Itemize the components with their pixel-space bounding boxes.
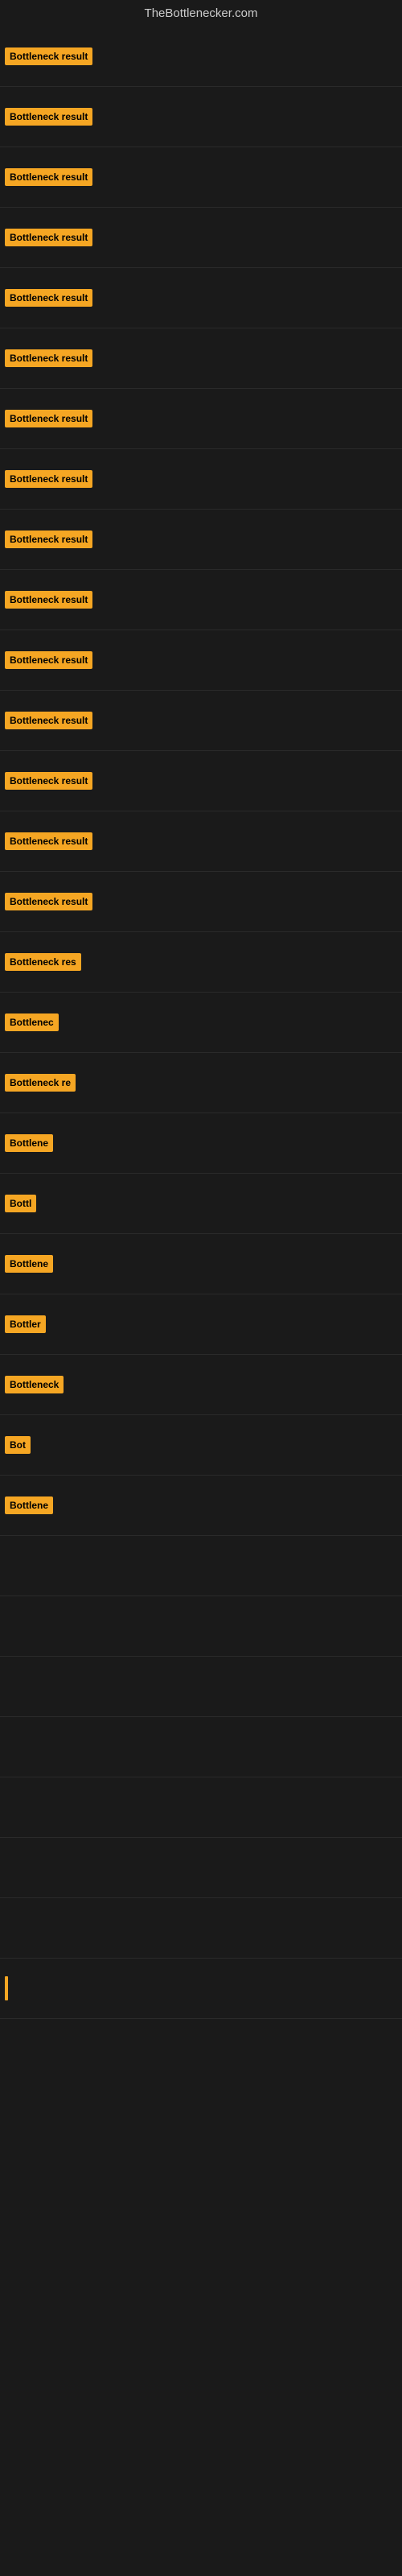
table-row: Bottlenec <box>0 993 402 1053</box>
table-row: Bottlene <box>0 1234 402 1294</box>
bottleneck-badge: Bottleneck result <box>5 229 92 246</box>
table-row <box>0 1536 402 1596</box>
bottleneck-badge: Bottlene <box>5 1134 53 1152</box>
table-row <box>0 1657 402 1717</box>
bottleneck-badge: Bottleneck result <box>5 168 92 186</box>
table-row: Bottleneck result <box>0 268 402 328</box>
table-row: Bottleneck result <box>0 751 402 811</box>
table-row: Bottleneck result <box>0 872 402 932</box>
bottleneck-badge: Bottleneck result <box>5 893 92 910</box>
table-row: Bottleneck res <box>0 932 402 993</box>
table-row: Bottleneck result <box>0 691 402 751</box>
table-row <box>0 1838 402 1898</box>
bottleneck-badge: Bottleneck result <box>5 410 92 427</box>
table-row: Bottleneck result <box>0 208 402 268</box>
bottleneck-badge: Bottleneck re <box>5 1074 76 1092</box>
bottleneck-badge: Bottleneck result <box>5 349 92 367</box>
bottleneck-badge: Bottleneck result <box>5 772 92 790</box>
bottleneck-badge: Bottleneck res <box>5 953 81 971</box>
bottleneck-badge: Bottlenec <box>5 1013 59 1031</box>
site-header: TheBottlenecker.com <box>0 0 402 27</box>
bottleneck-badge: Bottleneck result <box>5 712 92 729</box>
table-row: Bottleneck re <box>0 1053 402 1113</box>
table-row: Bottleneck result <box>0 630 402 691</box>
bottleneck-badge: Bottl <box>5 1195 36 1212</box>
table-row: Bottleneck result <box>0 570 402 630</box>
bottleneck-badge: Bottleneck result <box>5 108 92 126</box>
bottleneck-badge: Bottleneck result <box>5 47 92 65</box>
bar-indicator <box>5 1976 8 2000</box>
table-row: Bottlene <box>0 1113 402 1174</box>
bottom-spacer <box>0 2019 402 2341</box>
bottleneck-badge: Bottleneck result <box>5 530 92 548</box>
table-row <box>0 1596 402 1657</box>
table-row: Bottleneck result <box>0 449 402 510</box>
site-title: TheBottlenecker.com <box>145 6 258 20</box>
table-row: Bottleneck <box>0 1355 402 1415</box>
table-row <box>0 1959 402 2019</box>
table-row: Bot <box>0 1415 402 1476</box>
bottleneck-badge: Bottleneck result <box>5 470 92 488</box>
bottleneck-badge: Bottlene <box>5 1255 53 1273</box>
table-row: Bottleneck result <box>0 510 402 570</box>
table-row: Bottleneck result <box>0 811 402 872</box>
bottleneck-badge: Bottleneck result <box>5 832 92 850</box>
table-row: Bottlene <box>0 1476 402 1536</box>
table-row <box>0 1717 402 1777</box>
table-row <box>0 1898 402 1959</box>
table-row <box>0 1777 402 1838</box>
bottleneck-badge: Bottleneck result <box>5 651 92 669</box>
bottleneck-badge: Bottleneck <box>5 1376 64 1393</box>
bottleneck-badge: Bottleneck result <box>5 591 92 609</box>
table-row: Bottleneck result <box>0 87 402 147</box>
table-row: Bottleneck result <box>0 328 402 389</box>
table-row: Bottl <box>0 1174 402 1234</box>
table-row: Bottler <box>0 1294 402 1355</box>
table-row: Bottleneck result <box>0 27 402 87</box>
bottleneck-badge: Bottler <box>5 1315 46 1333</box>
bottleneck-badge: Bottleneck result <box>5 289 92 307</box>
table-row: Bottleneck result <box>0 147 402 208</box>
table-row: Bottleneck result <box>0 389 402 449</box>
bottleneck-badge: Bottlene <box>5 1496 53 1514</box>
bottleneck-badge: Bot <box>5 1436 31 1454</box>
